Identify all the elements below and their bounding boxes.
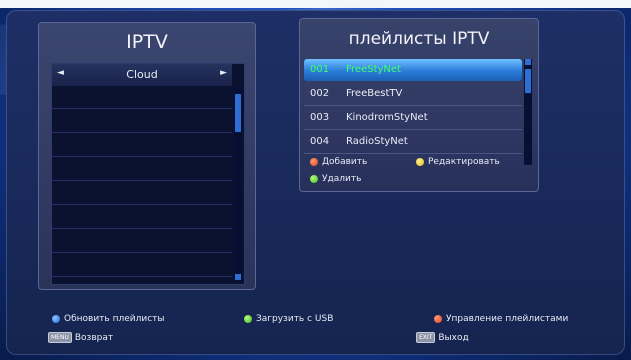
- playlist-name: FreeBestTV: [346, 88, 403, 99]
- scrollbar-thumb[interactable]: [525, 69, 531, 93]
- exit-hint[interactable]: EXIT Выход: [416, 332, 469, 343]
- row-divider: [52, 180, 232, 181]
- menu-key-icon: MENU: [48, 332, 72, 343]
- playlist-number: 004: [310, 136, 330, 147]
- playlist-row[interactable]: 003 KinodromStyNet: [304, 107, 522, 130]
- yellow-key-icon: [416, 157, 424, 166]
- playlist-name: RadioStyNet: [346, 136, 408, 147]
- refresh-hint[interactable]: Обновить плейлисты: [52, 314, 165, 324]
- right-arrow-icon[interactable]: ►: [220, 68, 227, 78]
- green-key-icon: [244, 314, 252, 323]
- playlist-number: 002: [310, 88, 330, 99]
- delete-action[interactable]: Удалить: [310, 174, 361, 184]
- playlist-row[interactable]: 004 RadioStyNet: [304, 131, 522, 154]
- playlist-number: 003: [310, 112, 330, 123]
- iptv-scrollbar[interactable]: [234, 86, 242, 282]
- playlists-title: плейлисты IPTV: [348, 29, 490, 49]
- source-selector[interactable]: ◄ Cloud ►: [52, 64, 232, 86]
- playlist-scrollbar[interactable]: [524, 59, 532, 165]
- delete-label: Удалить: [322, 174, 362, 184]
- edit-label: Редактировать: [428, 157, 500, 167]
- iptv-title: IPTV: [126, 31, 168, 53]
- load-usb-hint[interactable]: Загрузить с USB: [244, 314, 333, 324]
- exit-key-icon: EXIT: [416, 332, 436, 343]
- row-divider: [52, 252, 232, 253]
- red-key-icon: [310, 157, 318, 166]
- row-divider: [52, 156, 232, 157]
- red-key-icon: [434, 314, 442, 323]
- manage-playlists-hint[interactable]: Управление плейлистами: [434, 314, 568, 324]
- scrollbar-thumb[interactable]: [235, 94, 241, 132]
- playlist-row[interactable]: 001 FreeStyNet: [304, 59, 522, 81]
- row-divider: [52, 204, 232, 205]
- playlist-list[interactable]: 001 FreeStyNet 002 FreeBestTV 003 Kinodr…: [304, 59, 522, 165]
- add-label: Добавить: [322, 157, 368, 167]
- empty-list-rows: [52, 86, 232, 282]
- playlist-number: 001: [310, 64, 330, 75]
- playlists-panel: плейлисты IPTV 001 FreeStyNet 002 FreeBe…: [299, 18, 539, 192]
- row-divider: [52, 228, 232, 229]
- green-key-icon: [310, 174, 318, 183]
- back-hint[interactable]: MENU Возврат: [48, 332, 113, 343]
- exit-label: Выход: [438, 333, 469, 343]
- playlist-row[interactable]: 002 FreeBestTV: [304, 83, 522, 106]
- edit-action[interactable]: Редактировать: [416, 157, 500, 167]
- row-divider: [52, 276, 232, 277]
- back-label: Возврат: [74, 333, 114, 343]
- iptv-panel: IPTV ◄ Cloud ►: [38, 22, 256, 290]
- refresh-label: Обновить плейлисты: [64, 314, 165, 324]
- row-divider: [52, 108, 232, 109]
- source-selector-value: Cloud: [126, 68, 158, 81]
- bottom-hint-bar: Обновить плейлисты Загрузить с USB Управ…: [38, 304, 594, 348]
- scrollbar-end-marker: [235, 274, 241, 280]
- manage-label: Управление плейлистами: [446, 314, 569, 324]
- add-action[interactable]: Добавить: [310, 157, 367, 167]
- playlist-name: KinodromStyNet: [346, 112, 428, 123]
- scrollbar-end-marker: [525, 59, 531, 65]
- playlist-name: FreeStyNet: [346, 64, 401, 75]
- row-divider: [52, 132, 232, 133]
- load-usb-label: Загрузить с USB: [256, 314, 334, 324]
- blue-key-icon: [52, 314, 60, 323]
- iptv-list[interactable]: ◄ Cloud ►: [51, 63, 245, 285]
